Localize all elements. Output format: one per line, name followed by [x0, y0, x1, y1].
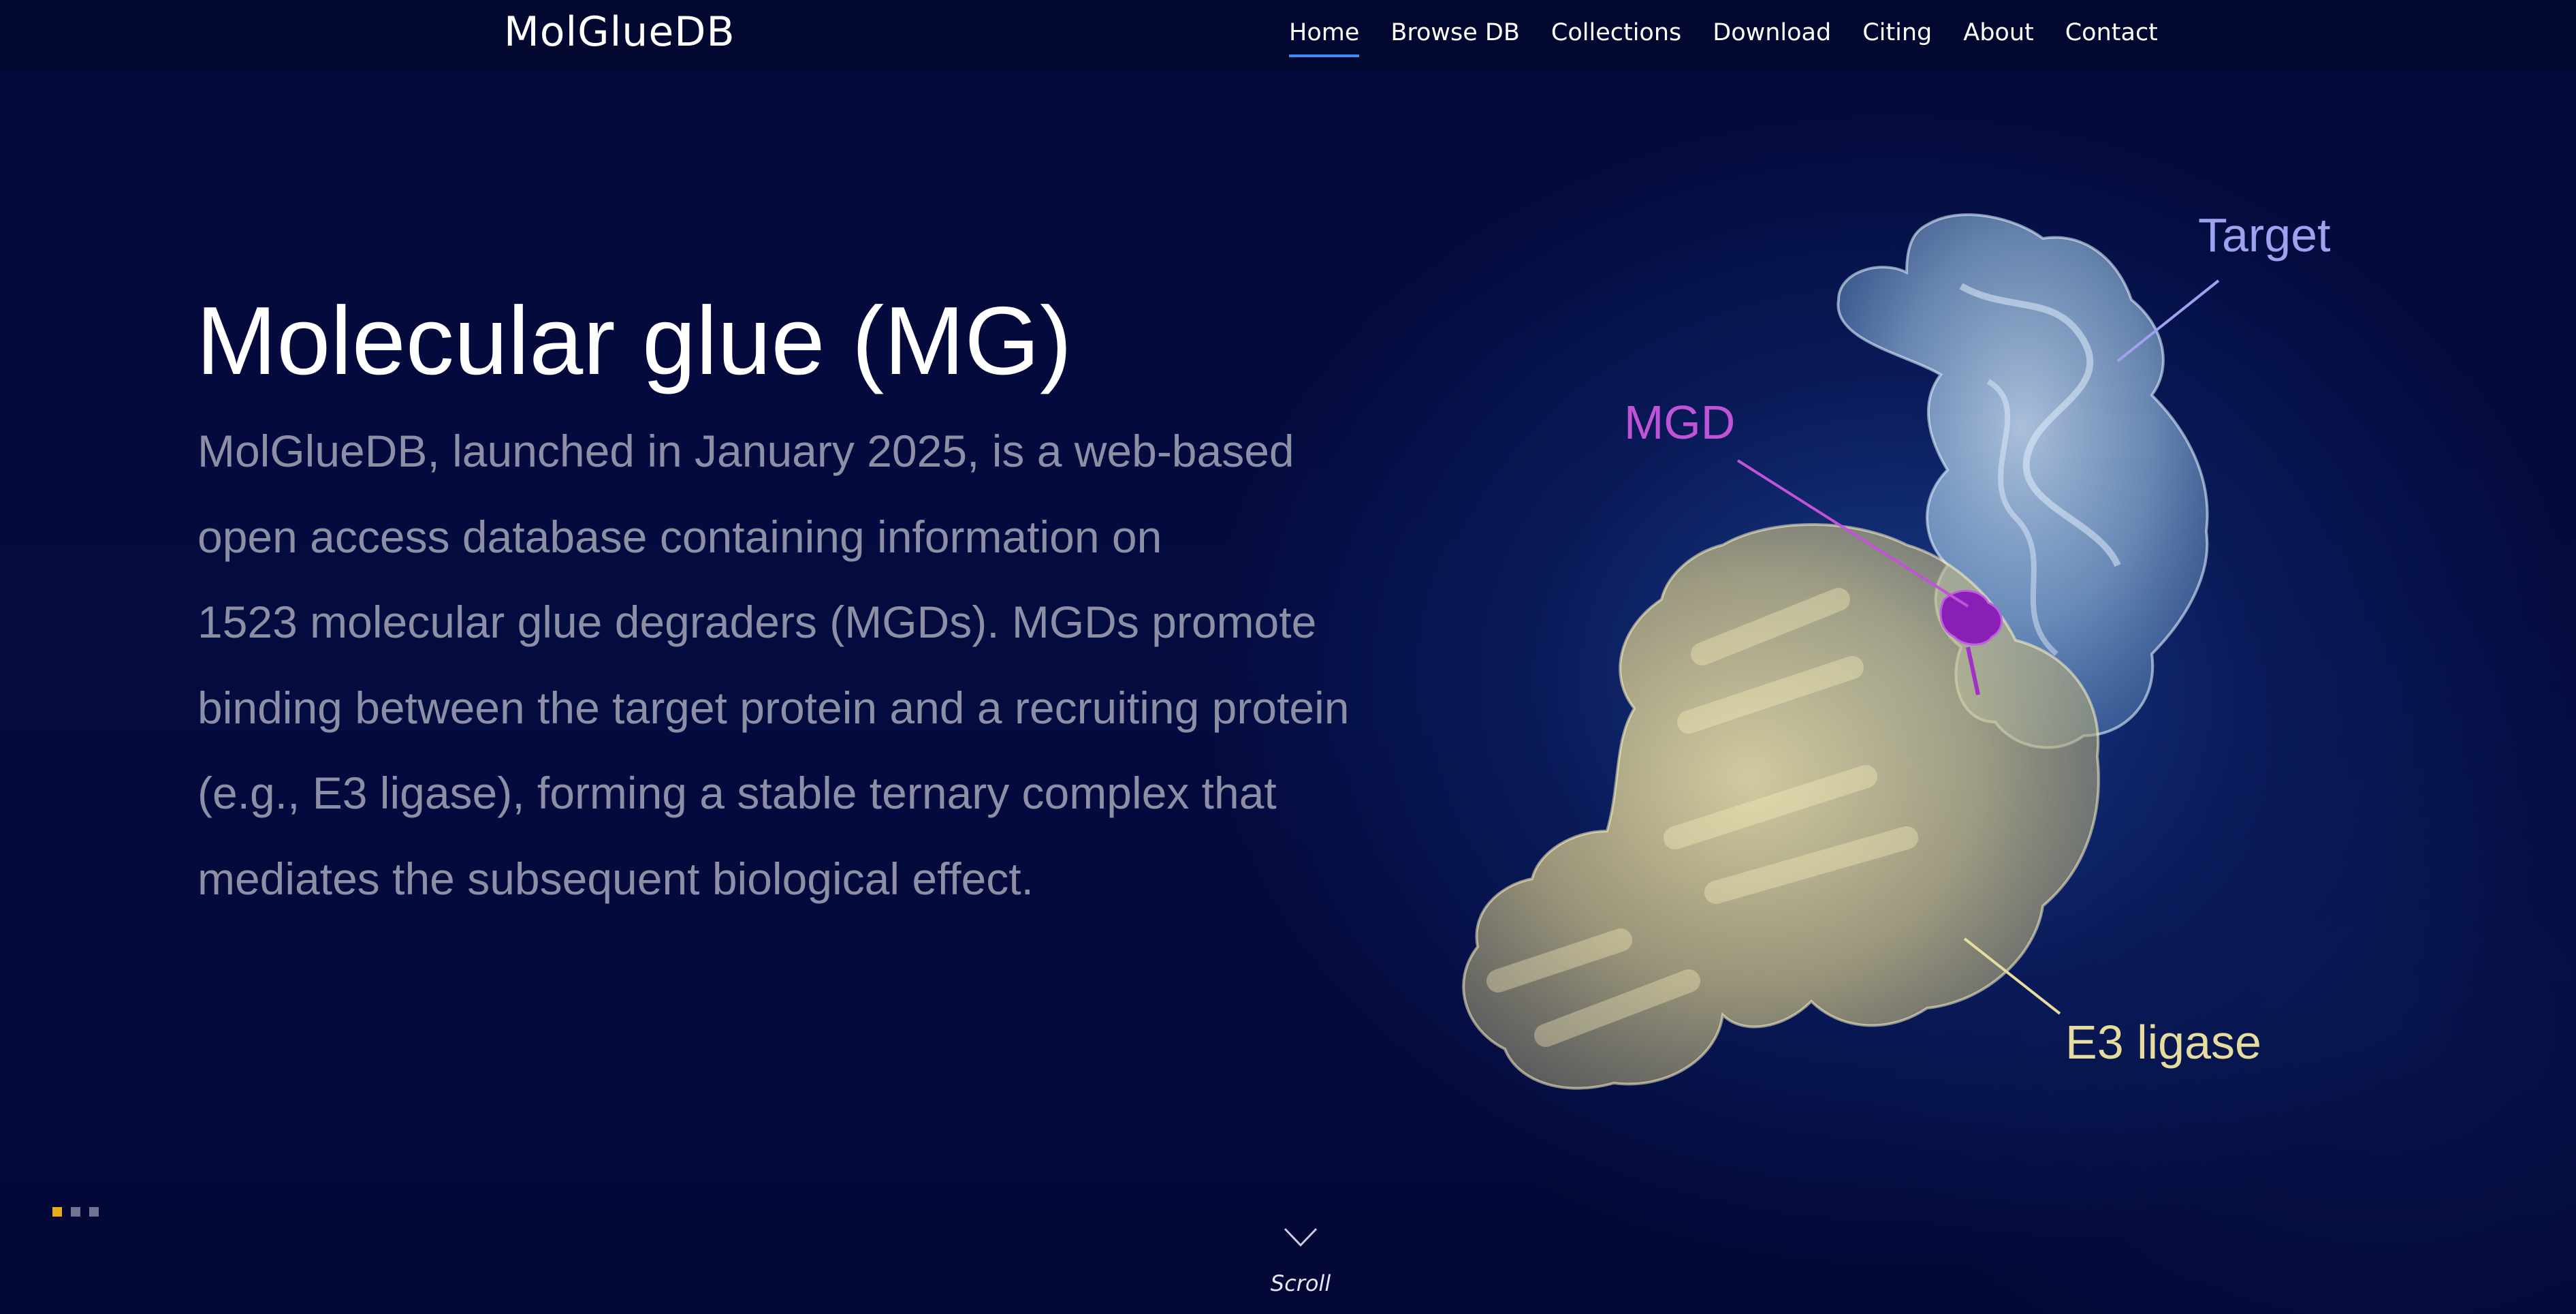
mgd-label: MGD — [1624, 396, 1736, 449]
page: MolGlueDB Home Browse DB Collections Dow… — [0, 0, 2576, 1314]
scroll-label[interactable]: Scroll — [1267, 1270, 1335, 1296]
slide-dot-1[interactable] — [52, 1207, 62, 1217]
hero-description-line: MolGlueDB, launched in January 2025, is … — [197, 426, 1294, 476]
target-callout-line — [2116, 279, 2220, 362]
hero-description: MolGlueDB, launched in January 2025, is … — [197, 409, 1491, 922]
slide-indicator — [52, 1207, 99, 1217]
hero-description-line: 1523 molecular glue degraders (MGDs). MG… — [197, 597, 1317, 647]
hero-description-line: (e.g., E3 ligase), forming a stable tern… — [197, 768, 1277, 818]
hero-description-line: binding between the target protein and a… — [197, 682, 1350, 733]
top-navbar: MolGlueDB Home Browse DB Collections Dow… — [0, 0, 2576, 72]
nav-item-collections[interactable]: Collections — [1551, 19, 1681, 57]
chevron-down-icon[interactable] — [1284, 1226, 1318, 1248]
target-label: Target — [2198, 208, 2331, 262]
hero-title: Molecular glue (MG) — [196, 287, 1072, 395]
e3-callout-line — [1963, 937, 2061, 1015]
hero-description-line: mediates the subsequent biological effec… — [197, 853, 1034, 904]
target-protein-shape — [1836, 213, 2209, 749]
nav-item-about[interactable]: About — [1963, 19, 2033, 57]
nav-item-citing[interactable]: Citing — [1862, 19, 1932, 57]
slide-dot-3[interactable] — [89, 1207, 99, 1217]
slide-dot-2[interactable] — [71, 1207, 80, 1217]
nav-item-home[interactable]: Home — [1289, 19, 1360, 57]
mgd-molecule-shape — [1939, 589, 2003, 695]
mgd-callout-line — [1736, 459, 1969, 608]
site-logo[interactable]: MolGlueDB — [504, 8, 735, 56]
hero-description-line: open access database containing informat… — [197, 511, 1162, 562]
main-nav: Home Browse DB Collections Download Citi… — [1289, 19, 2189, 57]
nav-item-download[interactable]: Download — [1713, 19, 1831, 57]
nav-item-contact[interactable]: Contact — [2065, 19, 2158, 57]
nav-item-browse-db[interactable]: Browse DB — [1390, 19, 1520, 57]
e3-ligase-shape — [1462, 523, 2100, 1090]
e3-ligase-label: E3 ligase — [2065, 1016, 2261, 1069]
